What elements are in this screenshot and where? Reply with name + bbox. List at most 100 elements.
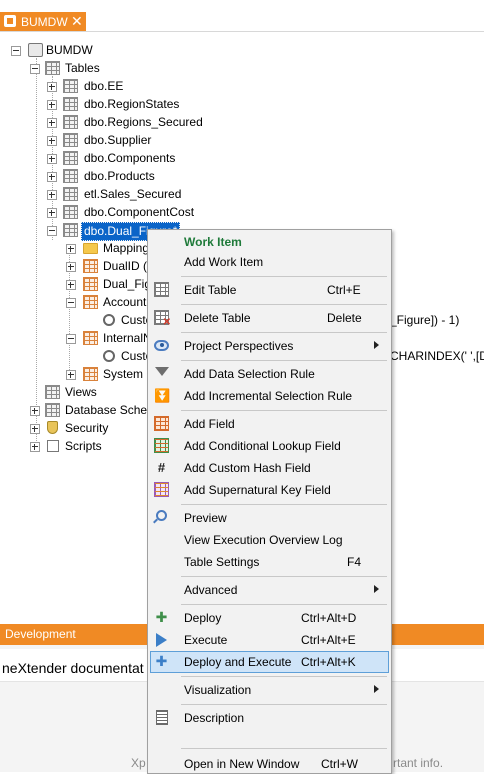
tree-node-field[interactable]: InternalN: [0, 330, 152, 348]
tree-node-database-schemas[interactable]: Database Schem: [0, 402, 157, 420]
schema-icon: [45, 403, 60, 417]
menu-item-execute[interactable]: Execute Ctrl+Alt+E: [150, 629, 389, 651]
expand-icon[interactable]: [30, 424, 40, 434]
expand-icon[interactable]: [66, 244, 76, 254]
folder-icon: [83, 243, 98, 254]
tree-node-tables[interactable]: Tables: [0, 60, 200, 78]
expand-icon[interactable]: [47, 172, 57, 182]
tree-node-transformation[interactable]: Custo: [0, 348, 152, 366]
menu-separator: [181, 304, 387, 305]
tree-node-table[interactable]: dbo.Supplier: [0, 132, 200, 150]
tree-node-table[interactable]: dbo.Regions_Secured: [0, 114, 203, 132]
collapse-icon[interactable]: [66, 298, 76, 308]
submenu-arrow-icon: [374, 585, 379, 593]
expand-icon[interactable]: [66, 280, 76, 290]
menu-item-label: Add Custom Hash Field: [184, 461, 311, 475]
menu-item-shortcut: Ctrl+E: [327, 283, 361, 297]
deploy-execute-icon: ✚: [155, 653, 168, 669]
collapse-icon[interactable]: [47, 226, 57, 236]
tree-node-table[interactable]: dbo.EE: [0, 78, 200, 96]
menu-item-advanced[interactable]: Advanced: [150, 579, 389, 601]
table-icon: [63, 205, 78, 219]
menu-item-edit-table[interactable]: Edit Table Ctrl+E: [150, 279, 389, 301]
field-icon: [83, 331, 98, 345]
expand-icon[interactable]: [30, 442, 40, 452]
menu-item-visualization[interactable]: Visualization: [150, 679, 389, 701]
close-icon[interactable]: ✕: [71, 13, 83, 30]
tree-node-label: Views: [65, 385, 97, 399]
menu-item-table-settings[interactable]: Table Settings F4: [150, 551, 389, 573]
tree-node-field[interactable]: DualID (in: [0, 258, 156, 276]
menu-item-add-custom-hash-field[interactable]: # Add Custom Hash Field: [150, 457, 389, 479]
tree-node-field[interactable]: AccountN: [0, 294, 155, 312]
tree-node-mappings[interactable]: Mappings: [0, 240, 155, 258]
expand-icon[interactable]: [47, 208, 57, 218]
menu-item-add-field[interactable]: Add Field: [150, 413, 389, 435]
menu-separator: [181, 332, 387, 333]
field-icon: [83, 259, 98, 273]
collapse-icon[interactable]: [30, 64, 40, 74]
expand-icon[interactable]: [47, 118, 57, 128]
tree-node-table[interactable]: dbo.ComponentCost: [0, 204, 200, 222]
expand-icon[interactable]: [47, 82, 57, 92]
menu-item-label: Work Item: [184, 235, 242, 249]
tree-node-table[interactable]: etl.Sales_Secured: [0, 186, 200, 204]
menu-item-deploy[interactable]: ✚ Deploy Ctrl+Alt+D: [150, 607, 389, 629]
expand-icon[interactable]: [30, 406, 40, 416]
menu-separator: [181, 676, 387, 677]
menu-separator: [181, 410, 387, 411]
menu-item-project-perspectives[interactable]: Project Perspectives: [150, 335, 389, 357]
menu-item-deploy-and-execute[interactable]: ✚ Deploy and Execute Ctrl+Alt+K: [150, 651, 389, 673]
expand-icon[interactable]: [47, 136, 57, 146]
expand-icon[interactable]: [66, 370, 76, 380]
project-icon: [4, 15, 16, 27]
tree-node-table[interactable]: dbo.RegionStates: [0, 96, 200, 114]
menu-item-preview[interactable]: Preview: [150, 507, 389, 529]
menu-item-open-in-new-window[interactable]: Open in New Window Ctrl+W: [150, 753, 389, 773]
menu-item-work-item-header: Work Item: [150, 231, 389, 253]
filter-icon: [155, 367, 169, 376]
tree-node-security[interactable]: Security: [0, 420, 150, 438]
menu-item-label: Deploy and Execute: [184, 655, 292, 669]
expand-icon[interactable]: [66, 262, 76, 272]
tree-node-views[interactable]: Views: [0, 384, 150, 402]
tree-node-label: BUMDW: [46, 43, 93, 57]
menu-item-shortcut: Ctrl+Alt+K: [301, 655, 356, 669]
tree-node-label: dbo.Regions_Secured: [84, 115, 203, 129]
expand-icon[interactable]: [47, 100, 57, 110]
menu-item-delete-table[interactable]: Delete Table Delete: [150, 307, 389, 329]
tree-node-scripts[interactable]: Scripts: [0, 438, 150, 456]
menu-item-add-work-item[interactable]: Add Work Item: [150, 251, 389, 273]
tree-node-field[interactable]: Dual_Figu: [0, 276, 158, 294]
menu-item-label: View Execution Overview Log: [184, 533, 343, 547]
menu-item-add-supernatural-key-field[interactable]: Add Supernatural Key Field: [150, 479, 389, 501]
menu-item-add-data-selection-rule[interactable]: Add Data Selection Rule: [150, 363, 389, 385]
field-icon: [83, 367, 98, 381]
menu-separator: [181, 504, 387, 505]
gear-icon: [103, 314, 115, 326]
tab-bumdw[interactable]: BUMDW ✕: [0, 12, 86, 31]
table-icon: [63, 133, 78, 147]
collapse-icon[interactable]: [11, 46, 21, 56]
menu-item-view-execution-overview-log[interactable]: View Execution Overview Log: [150, 529, 389, 551]
delete-table-icon: [154, 310, 171, 328]
menu-item-add-incremental-selection-rule[interactable]: ⏬ Add Incremental Selection Rule: [150, 385, 389, 407]
tree-node-table[interactable]: dbo.Components: [0, 150, 200, 168]
submenu-arrow-icon: [374, 685, 379, 693]
menu-item-description[interactable]: Description: [150, 707, 389, 729]
tree-node-root[interactable]: BUMDW: [0, 42, 200, 60]
menu-item-add-conditional-lookup-field[interactable]: Add Conditional Lookup Field: [150, 435, 389, 457]
tree-node-label: etl.Sales_Secured: [84, 187, 182, 201]
collapse-icon[interactable]: [66, 334, 76, 344]
tree-node-field[interactable]: System Fi: [0, 366, 156, 384]
tree-node-transformation[interactable]: Custo: [0, 312, 152, 330]
table-icon: [63, 97, 78, 111]
tree-node-table[interactable]: dbo.Products: [0, 168, 200, 186]
menu-separator: [181, 704, 387, 705]
menu-separator: [181, 276, 387, 277]
expand-icon[interactable]: [47, 154, 57, 164]
expand-icon[interactable]: [47, 190, 57, 200]
tree-node-label: dbo.RegionStates: [84, 97, 180, 111]
menu-item-label: Add Data Selection Rule: [184, 367, 315, 381]
database-icon: [28, 43, 43, 57]
